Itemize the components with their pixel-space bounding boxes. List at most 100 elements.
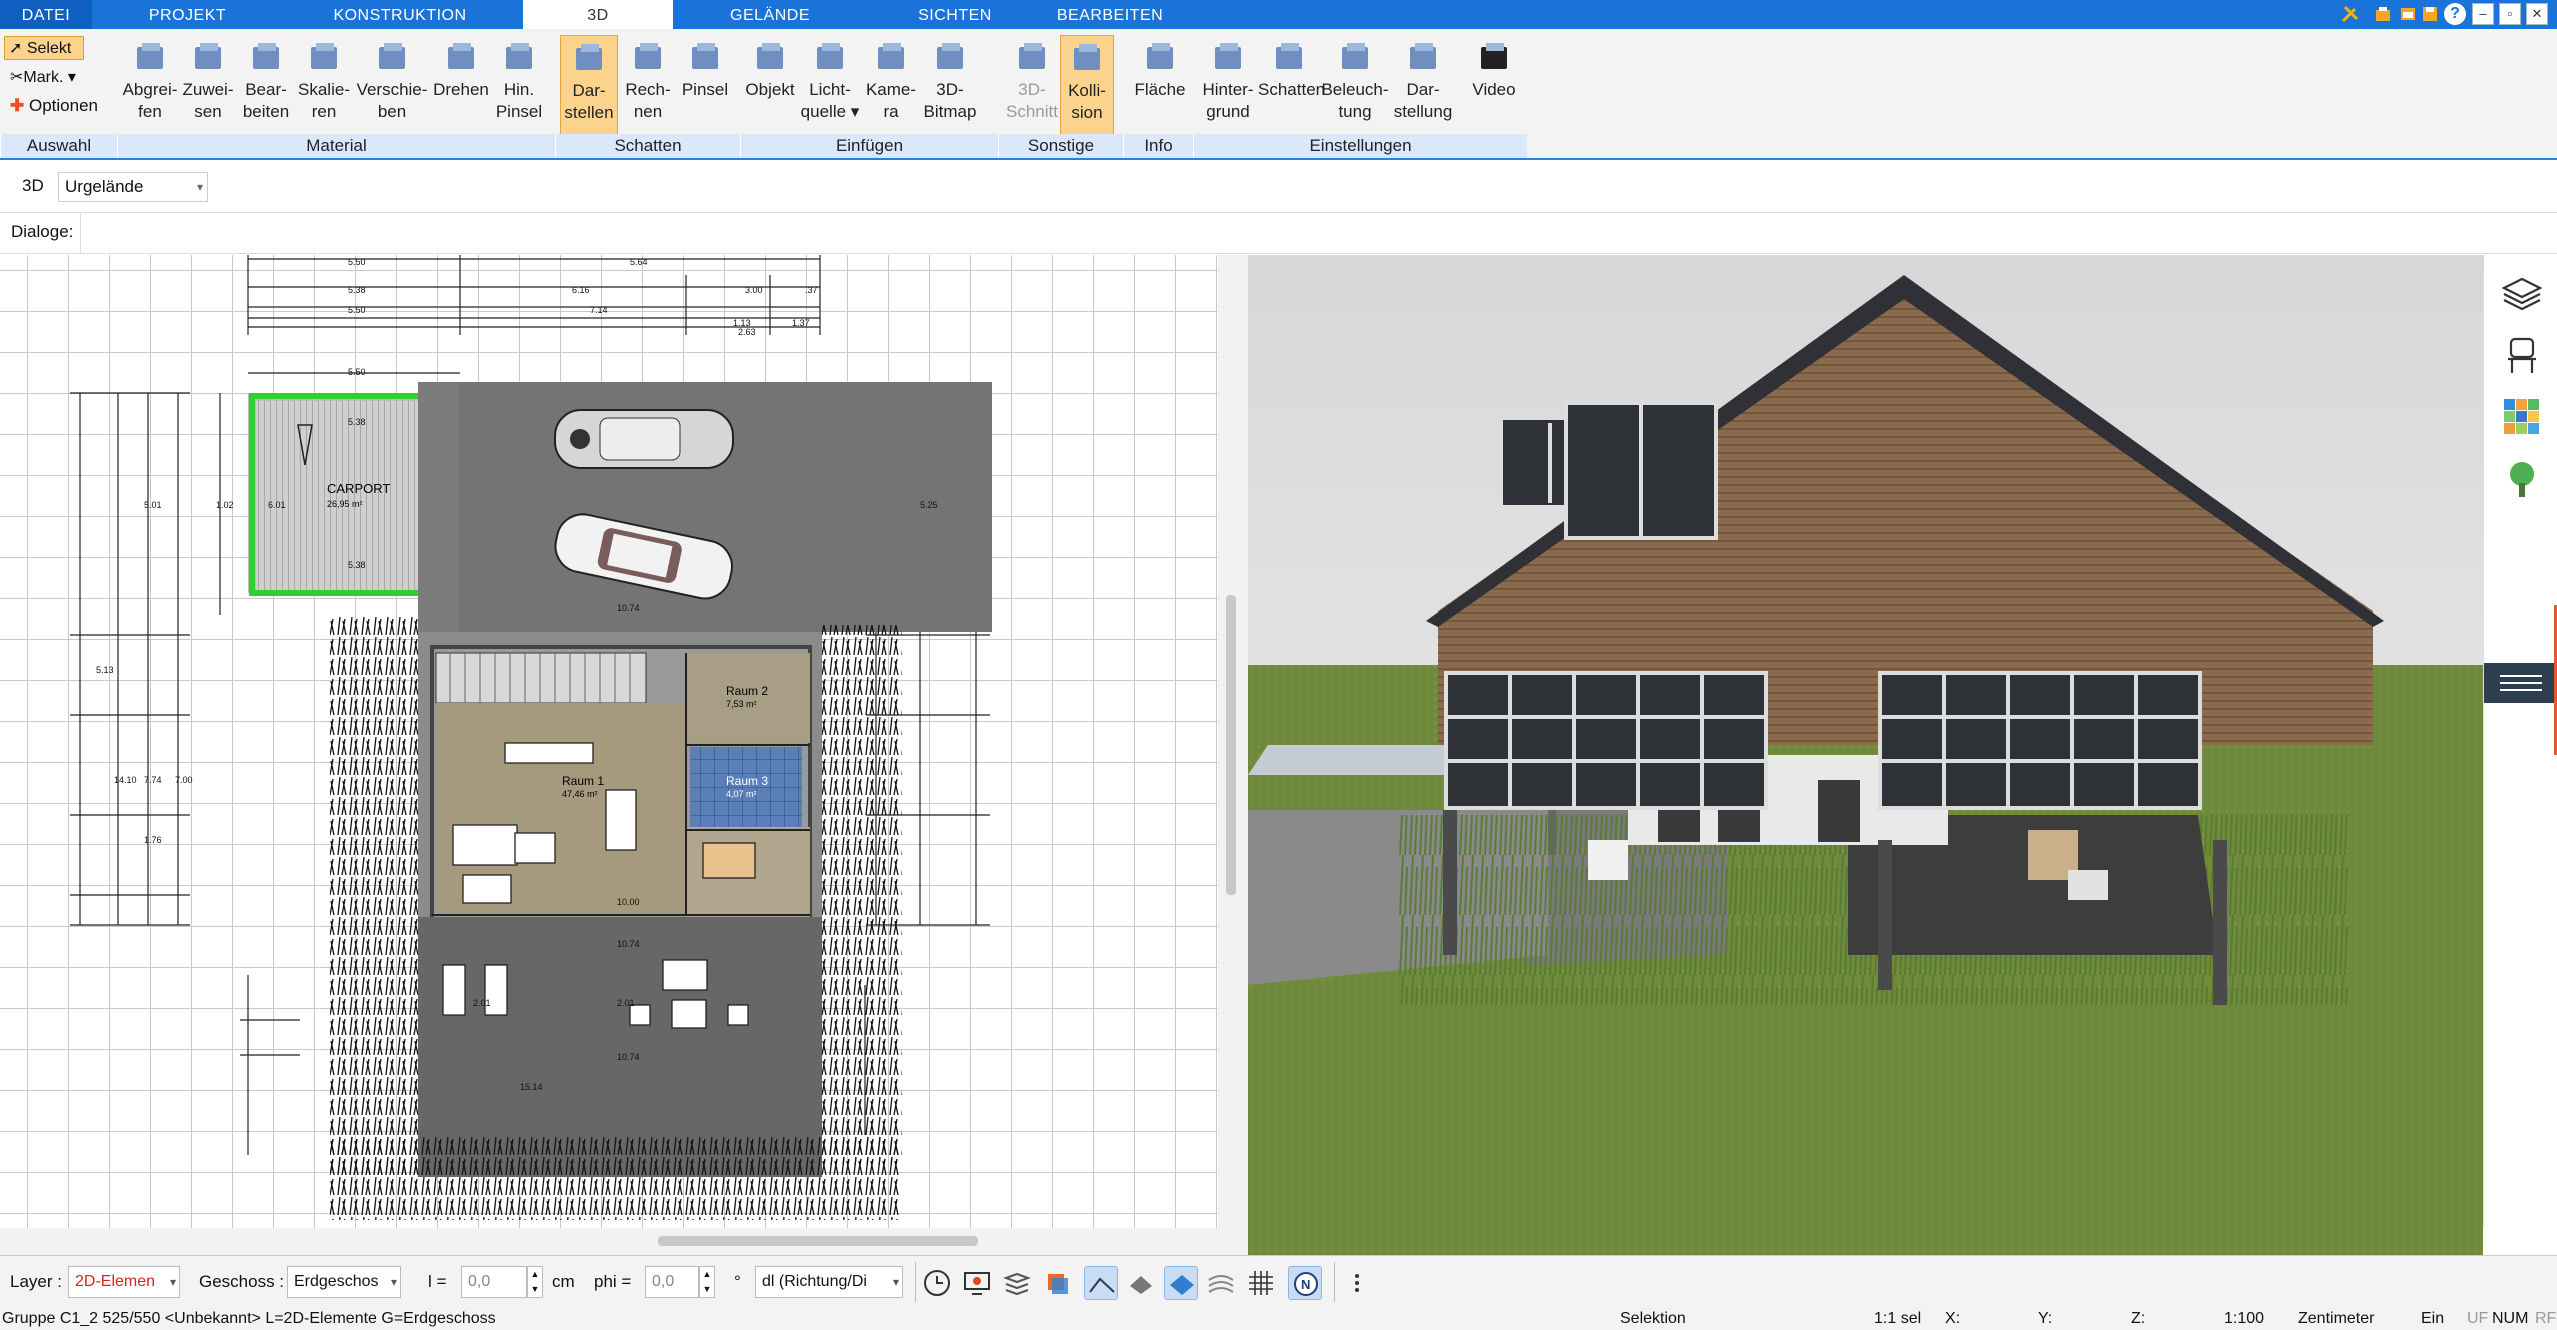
help-icon[interactable]: ? [2444, 3, 2466, 25]
3d-view[interactable] [1248, 255, 2483, 1255]
tools-icon[interactable] [2340, 4, 2360, 24]
shadow-button[interactable]: Schatten [1258, 35, 1326, 139]
brush-button[interactable]: Pinsel [676, 35, 734, 139]
window-band-left [1444, 671, 1768, 810]
tab-sichten[interactable]: SICHTEN [890, 0, 1020, 29]
object-icon [747, 35, 793, 79]
button-label: ben [377, 102, 407, 121]
rotate-button[interactable]: Drehen [430, 35, 492, 139]
mark-tool[interactable]: ✂Mark. ▾ [6, 66, 76, 90]
3d-render [1248, 255, 2483, 1255]
dimension-label: 5.38 [348, 285, 366, 295]
divider [915, 1262, 916, 1302]
select-tool[interactable]: ➚ Selekt [4, 36, 84, 60]
object-button[interactable]: Objekt [740, 35, 800, 139]
close-button[interactable]: ✕ [2526, 3, 2548, 25]
hatch-icon[interactable] [1124, 1266, 1158, 1300]
length-input[interactable]: 0,0 [461, 1266, 527, 1298]
compute-button[interactable]: Rech-nen [620, 35, 676, 139]
group-icon[interactable] [1000, 1266, 1034, 1300]
button-label: Verschie- [356, 80, 428, 99]
layer-select[interactable]: 2D-Elemen ▾ [68, 1266, 180, 1298]
dimension-label: 7.00 [175, 775, 193, 785]
vertical-scroll-thumb[interactable] [1226, 595, 1236, 895]
floor-select[interactable]: Erdgeschos ▾ [287, 1266, 401, 1298]
pick-icon [127, 35, 173, 79]
dimension-label: 14.10 [114, 775, 137, 785]
status-bar: Gruppe C1_2 525/550 <Unbekannt> L=2D-Ele… [0, 1307, 2557, 1330]
pick-button[interactable]: Abgrei-fen [120, 35, 180, 139]
assign-icon [185, 35, 231, 79]
options-button[interactable]: ✚ Optionen [6, 94, 98, 118]
hint-brush-button[interactable]: Hin. Pinsel [490, 35, 548, 139]
section-3d-button[interactable]: 3D- Schnitt [1002, 35, 1062, 139]
grid-icon[interactable] [1244, 1266, 1278, 1300]
package-icon[interactable] [2373, 4, 2393, 24]
tab-3d[interactable]: 3D [523, 0, 673, 29]
light-source-button[interactable]: Licht-quelle ▾ [800, 35, 860, 139]
materials-icon[interactable] [2502, 397, 2542, 437]
more-icon[interactable] [1340, 1266, 1374, 1300]
video-button[interactable]: Video [1464, 35, 1524, 139]
maximize-button[interactable]: ▫ [2499, 3, 2521, 25]
collision-button[interactable]: Kolli-sion [1060, 35, 1114, 139]
camera-icon [868, 35, 914, 79]
button-label: Zuwei- [182, 80, 234, 99]
horizontal-scroll-thumb[interactable] [658, 1236, 978, 1246]
phi-value: 0,0 [652, 1273, 675, 1290]
scale-button[interactable]: Skalie-ren [294, 35, 354, 139]
minimize-button[interactable]: – [2472, 3, 2494, 25]
save-icon[interactable] [2420, 4, 2440, 24]
display-settings-button[interactable]: Dar-stellung [1390, 35, 1456, 139]
menu-handle[interactable] [2484, 663, 2557, 703]
chair-icon[interactable] [2502, 335, 2542, 375]
layers-color-icon[interactable] [1040, 1266, 1074, 1300]
layers-icon[interactable] [2501, 273, 2543, 313]
phi-input[interactable]: 0,0 [645, 1266, 699, 1298]
lighting-button[interactable]: Beleuch-tung [1320, 35, 1390, 139]
status-ein: Ein [2421, 1310, 2445, 1327]
tab-datei[interactable]: DATEI [0, 0, 92, 29]
tree-icon[interactable] [2502, 459, 2542, 499]
assign-button[interactable]: Zuwei-sen [178, 35, 238, 139]
button-label: Schatten [1258, 80, 1326, 99]
view-splitter[interactable] [1218, 255, 1248, 1228]
terrain-tool-icon[interactable] [1084, 1266, 1118, 1300]
clock-icon[interactable] [920, 1266, 954, 1300]
direction-select[interactable]: dl (Richtung/Di ▾ [755, 1266, 903, 1298]
tab-projekt[interactable]: PROJEKT [120, 0, 255, 29]
bitmap-3d-button[interactable]: 3D- Bitmap [920, 35, 980, 139]
floor-plan-view[interactable]: 5.50 5.64 6.16 5.38 3.00.37 5.50 7.14 1.13 1.37 2… [0, 255, 1218, 1228]
move-icon [369, 35, 415, 79]
tab-gelaende[interactable]: GELÄNDE [700, 0, 840, 29]
terrain-select[interactable]: Urgelände ▾ [58, 172, 208, 202]
button-label: Hin. [503, 80, 535, 99]
stilt [2213, 840, 2227, 1005]
button-label: Pinsel [495, 102, 543, 121]
status-x: X: [1945, 1310, 1961, 1327]
raum-2-floor[interactable] [686, 653, 810, 743]
carport-area-label: 26,95 m² [327, 499, 363, 509]
move-button[interactable]: Verschie-ben [352, 35, 432, 139]
surface-icon[interactable] [1164, 1266, 1198, 1300]
area-button[interactable]: Fläche [1130, 35, 1190, 139]
north-icon[interactable]: N [1288, 1266, 1322, 1300]
dimension-label: 10.00 [617, 897, 640, 907]
monitor-icon[interactable] [960, 1266, 994, 1300]
length-stepper[interactable]: ▲ ▼ [527, 1266, 543, 1298]
scale-icon [301, 35, 347, 79]
camera-button[interactable]: Kame-ra [862, 35, 920, 139]
stack-icon[interactable] [1204, 1266, 1238, 1300]
button-label: stellung [1393, 102, 1453, 121]
display-button[interactable]: Dar-stellen [560, 35, 618, 139]
display-settings-icon [1400, 35, 1446, 79]
window-icon[interactable] [2398, 4, 2418, 24]
tab-konstruktion[interactable]: KONSTRUKTION [320, 0, 480, 29]
phi-stepper[interactable]: ▲ ▼ [699, 1266, 715, 1298]
edit-button[interactable]: Bear-beiten [236, 35, 296, 139]
button-label: Objekt [745, 80, 795, 99]
dimension-label: 5.50 [348, 305, 366, 315]
background-button[interactable]: Hinter-grund [1198, 35, 1258, 139]
chevron-down-icon: ▾ [196, 180, 203, 194]
tab-bearbeiten[interactable]: BEARBEITEN [1040, 0, 1180, 29]
